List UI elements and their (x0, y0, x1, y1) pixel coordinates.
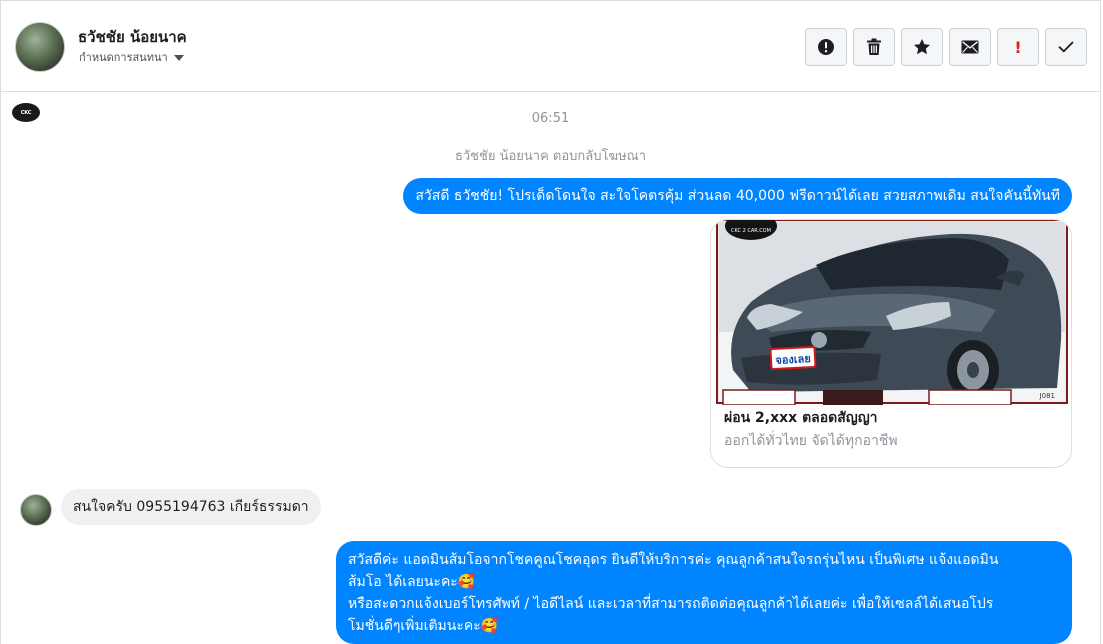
check-icon (1058, 41, 1074, 53)
sender-avatar[interactable] (20, 494, 52, 526)
message-bubble-incoming: สนใจครับ 0955194763 เกียร์ธรรมดา (61, 489, 321, 525)
message-line: สวัสดีค่ะ แอดมินส้มโอจากโชคคูณโชคอุดร ยิ… (348, 552, 999, 568)
message-bubble-outgoing: สวัสดีค่ะ แอดมินส้มโอจากโชคคูณโชคอุดร ยิ… (336, 541, 1072, 644)
ad-card-subtitle: ออกได้ทั่วไทย จัดได้ทุกอาชีพ (724, 433, 898, 449)
mark-spam-button[interactable] (805, 28, 847, 66)
ad-card-image[interactable]: CKC 2 CAR.COM จองเลย J081 (711, 220, 1071, 405)
ad-image-stamp-text: จองเลย (775, 352, 811, 367)
contact-avatar[interactable] (15, 22, 65, 72)
alert-circle-icon (818, 39, 834, 55)
delete-button[interactable] (853, 28, 895, 66)
ad-image-code-text: J081 (1039, 392, 1055, 400)
ad-reply-notice: ธวัชชัย น้อยนาค ตอบกลับโฆษณา (454, 149, 647, 164)
exclamation-icon: ! (1014, 37, 1022, 57)
ad-card[interactable]: CKC 2 CAR.COM จองเลย J081 ผ่อน 2,xxx ตลอ… (710, 219, 1072, 468)
trash-icon (867, 38, 881, 55)
message-line: ส้มโอ ได้เลยนะคะ🥰 (348, 574, 476, 590)
follow-up-button[interactable]: ! (997, 28, 1039, 66)
ad-card-title[interactable]: ผ่อน 2,xxx ตลอดสัญญา (724, 407, 878, 429)
contact-name[interactable]: ธวัชชัย น้อยนาค (78, 25, 187, 49)
star-icon (914, 39, 930, 55)
conversation-toolbar: ! (805, 28, 1087, 66)
conversation-label-dropdown[interactable]: กำหนดการสนทนา (79, 48, 184, 66)
star-button[interactable] (901, 28, 943, 66)
conversation-header: ธวัชชัย น้อยนาค กำหนดการสนทนา ! (1, 1, 1100, 92)
message-bubble-outgoing: สวัสดี ธวัชชัย! โปรเด็ดโดนใจ สะใจโคตรคุ้… (403, 178, 1072, 214)
message-thread: CKC 06:51 ธวัชชัย น้อยนาค ตอบกลับโฆษณา ส… (1, 92, 1100, 644)
caret-down-icon (173, 54, 184, 61)
ad-image-logo-text: CKC 2 CAR.COM (731, 228, 771, 234)
mark-done-button[interactable] (1045, 28, 1087, 66)
envelope-icon (961, 40, 979, 54)
message-line: โมชั่นดีๆเพิ่มเติมนะคะ🥰 (348, 618, 499, 634)
message-line: หรือสะดวกแจ้งเบอร์โทรศัพท์ / ไอดีไลน์ แล… (348, 596, 994, 612)
message-timestamp: 06:51 (531, 111, 570, 126)
conversation-label-text: กำหนดการสนทนา (79, 51, 168, 64)
mark-unread-button[interactable] (949, 28, 991, 66)
